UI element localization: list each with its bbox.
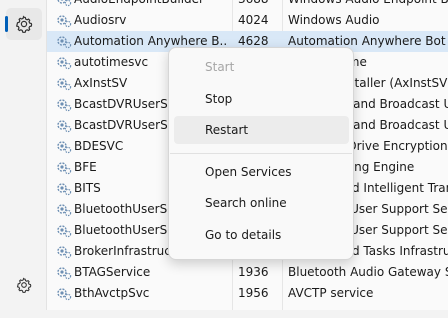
services-gear-icon	[15, 15, 33, 33]
settings-gear-icon	[16, 277, 32, 293]
service-name: AudioEndpointBuilder	[74, 0, 228, 10]
service-row[interactable]: BthAvctpSvc 1956 AVCTP service	[47, 283, 448, 304]
service-name: BTAGService	[74, 265, 151, 279]
service-gear-icon	[57, 15, 72, 28]
sidebar	[0, 0, 46, 318]
service-description: AVCTP service	[288, 286, 374, 300]
service-pid: 4024	[238, 13, 269, 27]
nav-selected-indicator	[5, 16, 8, 32]
service-name: BthAvctpSvc	[74, 286, 150, 300]
service-gear-icon	[57, 204, 72, 217]
menu-item-label: Search online	[205, 196, 287, 210]
service-gear-icon	[57, 246, 72, 259]
service-gear-icon	[57, 120, 72, 133]
service-gear-icon	[57, 288, 72, 301]
service-pid: 3688	[238, 0, 284, 10]
service-description: Windows Audio Endpoint Builder	[288, 0, 448, 10]
menu-item-label: Start	[205, 60, 235, 74]
status-area	[46, 310, 448, 318]
service-description: Bluetooth Audio Gateway Service	[288, 265, 448, 279]
menu-separator	[170, 153, 352, 154]
menu-item-label: Open Services	[205, 165, 292, 179]
service-gear-icon	[57, 141, 72, 154]
settings-nav-button[interactable]	[6, 269, 42, 301]
menu-item-stop[interactable]: Stop	[174, 85, 349, 113]
service-description: Windows Audio	[288, 13, 380, 27]
service-gear-icon	[57, 0, 72, 7]
context-menu: Start Stop Restart Open Services Search …	[168, 47, 354, 260]
menu-item-label: Stop	[205, 92, 233, 106]
service-gear-icon	[57, 78, 72, 91]
service-pid: 1956	[238, 286, 269, 300]
menu-item-restart[interactable]: Restart	[174, 116, 349, 144]
menu-item-label: Restart	[205, 123, 249, 137]
menu-item-open-services[interactable]: Open Services	[174, 158, 349, 186]
service-gear-icon	[57, 225, 72, 238]
service-row[interactable]: AudioEndpointBuilder 3688 Windows Audio En…	[47, 0, 448, 10]
menu-item-go-to-details[interactable]: Go to details	[174, 221, 349, 249]
service-gear-icon	[57, 57, 72, 70]
services-nav-button[interactable]	[6, 8, 42, 40]
menu-item-label: Go to details	[205, 228, 282, 242]
service-gear-icon	[57, 36, 72, 49]
service-pid: 1936	[238, 265, 269, 279]
service-gear-icon	[57, 183, 72, 196]
service-gear-icon	[57, 162, 72, 175]
service-name: Audiosrv	[74, 13, 127, 27]
service-gear-icon	[57, 267, 72, 280]
service-row[interactable]: Audiosrv 4024 Windows Audio	[47, 10, 448, 31]
service-row[interactable]: BTAGService 1936 Bluetooth Audio Gateway S…	[47, 262, 448, 283]
service-gear-icon	[57, 99, 72, 112]
menu-item-search-online[interactable]: Search online	[174, 189, 349, 217]
menu-item-start: Start	[174, 53, 349, 81]
